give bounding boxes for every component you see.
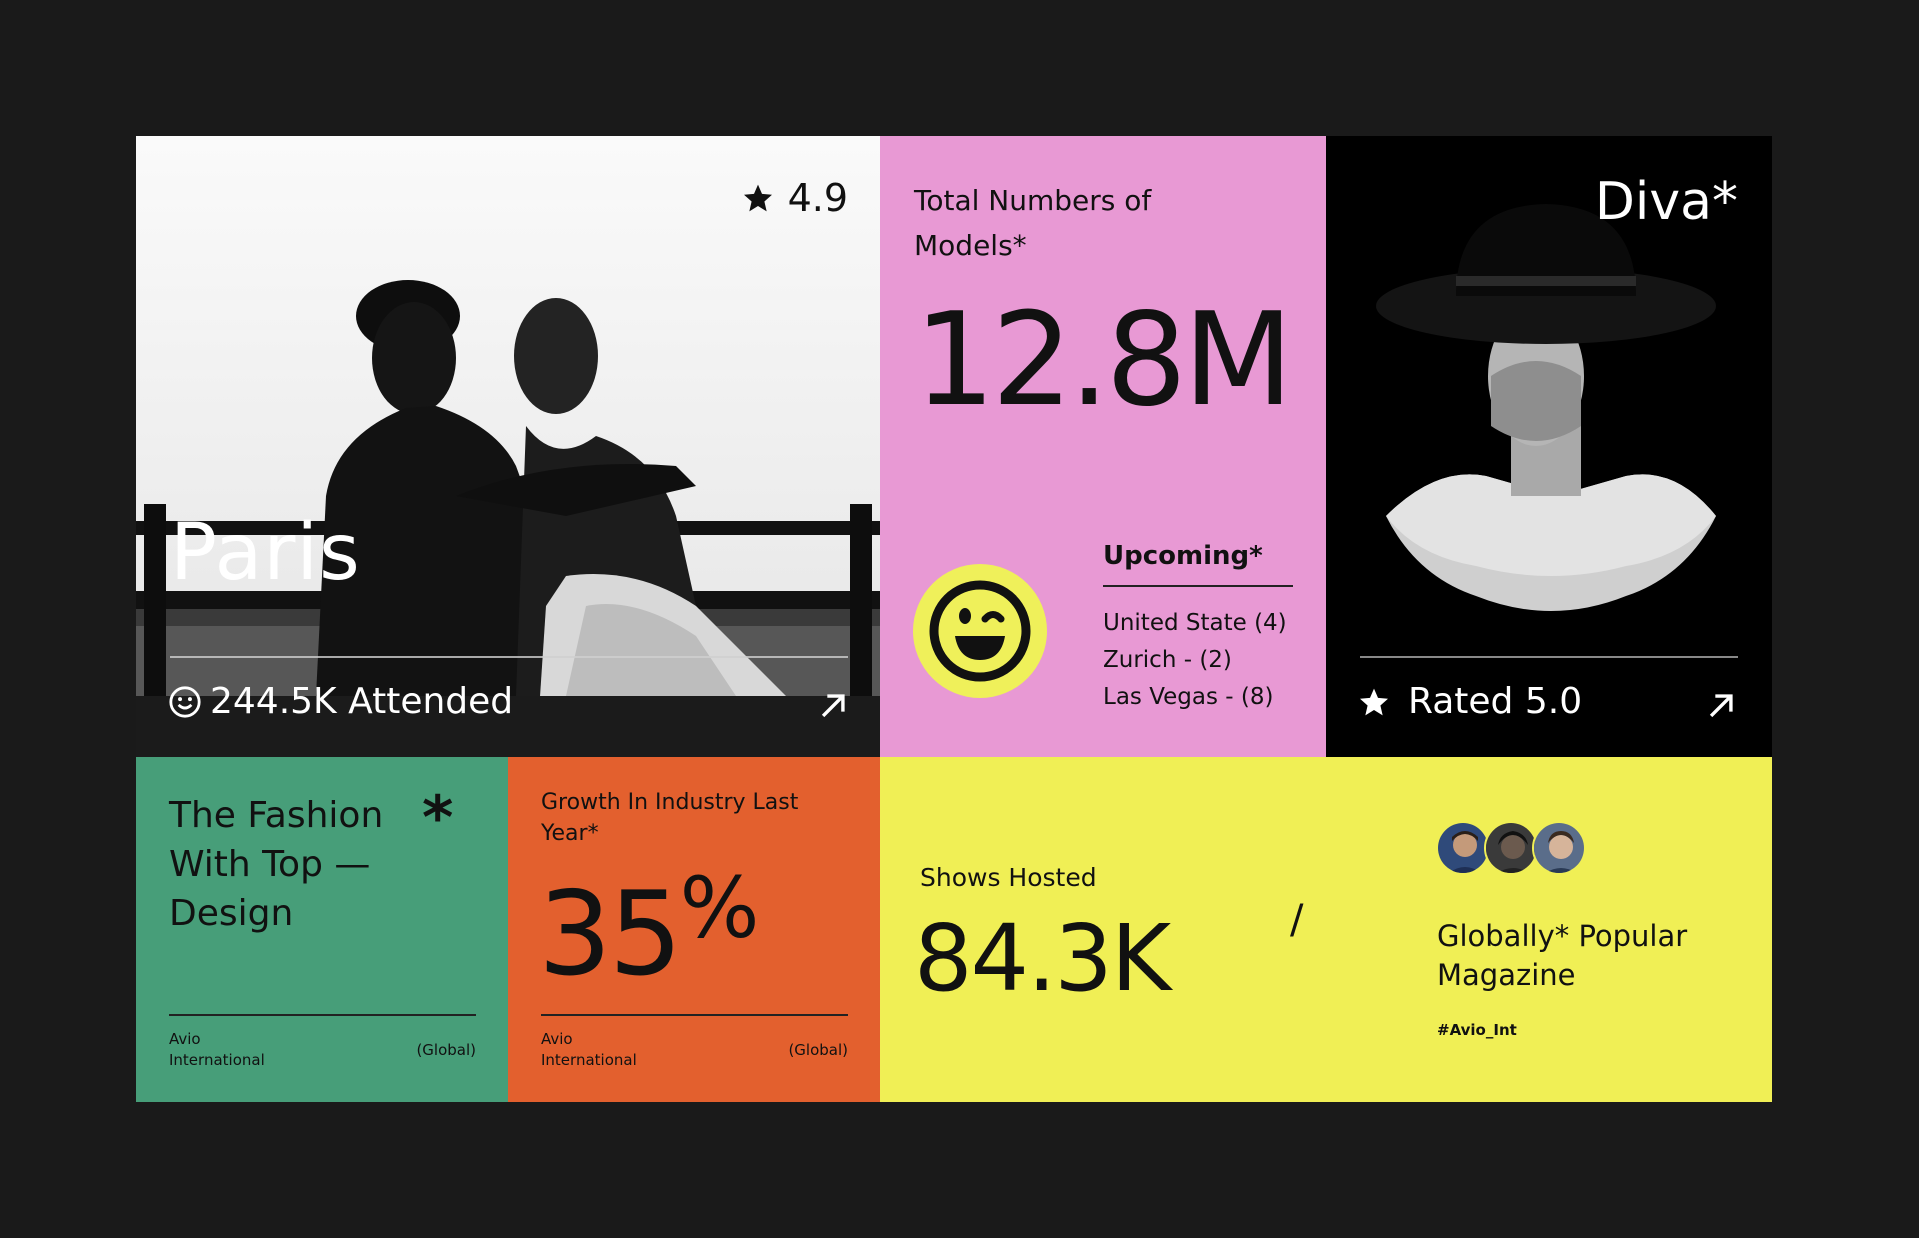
city-title: Paris <box>170 508 361 598</box>
attendance: 244.5K Attended <box>168 681 513 722</box>
growth-unit: % <box>679 859 760 957</box>
star-icon <box>1360 688 1388 715</box>
scope-label: (Global) <box>416 1041 476 1059</box>
separator: / <box>1290 897 1304 943</box>
diva-card[interactable]: Diva* Rated 5.0 <box>1326 136 1772 757</box>
shows-value: 84.3K <box>914 905 1171 1012</box>
growth-card: Growth In Industry Last Year* 35% Avio I… <box>508 757 880 1102</box>
brand-name: Avio International <box>541 1030 637 1069</box>
paris-card[interactable]: 4.9 Paris 244.5K Attended <box>136 136 880 757</box>
upcoming-list: United State (4) Zurich - (2) Las Vegas … <box>1103 605 1293 716</box>
magazine-title: Globally* Popular Magazine <box>1437 919 1688 992</box>
list-item[interactable]: United State (4) <box>1103 605 1293 642</box>
rated-row: Rated 5.0 <box>1358 681 1582 722</box>
fashion-title: The Fashion With Top — Design <box>169 795 384 934</box>
rating-value: 4.9 <box>787 176 848 220</box>
upcoming-section: Upcoming* United State (4) Zurich - (2) … <box>1103 541 1293 716</box>
models-card: Total Numbers of Models* 12.8M Upcoming*… <box>880 136 1326 757</box>
growth-value: 35% <box>538 859 759 1002</box>
star-icon <box>743 184 772 212</box>
scope-label: (Global) <box>788 1041 848 1059</box>
list-item[interactable]: Zurich - (2) <box>1103 642 1293 679</box>
models-label: Total Numbers of Models* <box>914 184 1152 262</box>
divider <box>1360 656 1738 658</box>
shows-card: Shows Hosted 84.3K / Globally* Popular M… <box>880 757 1772 1102</box>
arrow-up-right-icon[interactable] <box>1704 689 1738 723</box>
rating-top: 4.9 <box>742 176 848 220</box>
upcoming-title: Upcoming* <box>1103 541 1293 587</box>
diva-title: Diva* <box>1594 172 1738 232</box>
divider <box>170 656 848 658</box>
avatar[interactable] <box>1532 821 1586 875</box>
shows-label: Shows Hosted <box>920 863 1097 892</box>
growth-label: Growth In Industry Last Year* <box>541 790 799 846</box>
dashboard-board: 4.9 Paris 244.5K Attended Total Numbers … <box>136 136 1772 1102</box>
divider <box>541 1014 848 1016</box>
avatar[interactable] <box>1484 821 1538 875</box>
attendance-text: 244.5K Attended <box>210 681 514 722</box>
fashion-card: The Fashion With Top — Design * Avio Int… <box>136 757 508 1102</box>
avatar[interactable] <box>1436 821 1490 875</box>
models-value: 12.8M <box>914 286 1293 435</box>
asterisk-icon: * <box>422 783 454 853</box>
growth-number: 35 <box>538 867 683 1002</box>
wink-emoji-icon <box>913 564 1047 698</box>
avatar-group[interactable] <box>1436 821 1586 875</box>
hashtag[interactable]: #Avio_Int <box>1437 1021 1517 1039</box>
arrow-up-right-icon[interactable] <box>816 689 850 723</box>
brand-name: Avio International <box>169 1030 265 1069</box>
list-item[interactable]: Las Vegas - (8) <box>1103 679 1293 716</box>
smile-icon <box>169 685 201 718</box>
rated-text: Rated 5.0 <box>1408 681 1583 722</box>
couple-photo <box>136 136 880 757</box>
divider <box>169 1014 476 1016</box>
